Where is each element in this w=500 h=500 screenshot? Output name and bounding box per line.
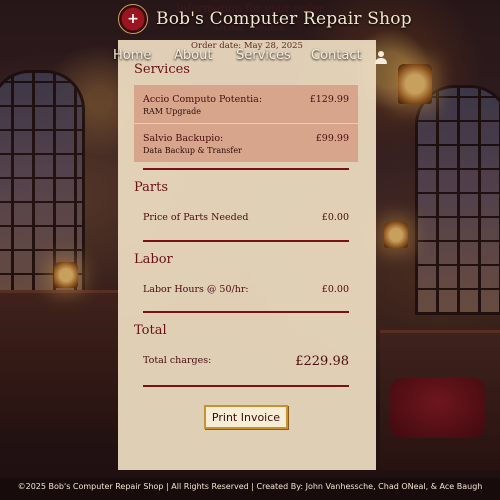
service-row: Salvio Backupio: Data Backup & Transfer … [134, 124, 358, 162]
nav-about[interactable]: About [174, 48, 212, 63]
user-icon[interactable] [374, 49, 388, 65]
service-row: Accio Computo Potentia: RAM Upgrade £129… [134, 85, 358, 123]
section-divider [143, 168, 349, 170]
shield-logo-icon: + [118, 4, 148, 34]
parts-label: Price of Parts Needed [143, 212, 249, 223]
site-footer: ©2025 Bob's Computer Repair Shop | All R… [0, 478, 500, 500]
nav-home[interactable]: Home [113, 48, 151, 63]
total-title: Total [134, 323, 167, 338]
main-nav: Home About Services Contact [0, 48, 500, 70]
parts-value: £0.00 [321, 212, 349, 223]
section-divider [143, 311, 349, 313]
service-price: £129.99 [309, 94, 349, 105]
labor-value: £0.00 [321, 284, 349, 295]
service-description: Data Backup & Transfer [143, 146, 242, 155]
total-value: £229.98 [295, 354, 349, 369]
site-brand[interactable]: + Bob's Computer Repair Shop [118, 4, 412, 34]
section-divider [143, 385, 349, 387]
nav-services[interactable]: Services [236, 48, 291, 63]
shop-name: Bob's Computer Repair Shop [156, 9, 412, 29]
section-divider [143, 240, 349, 242]
service-description: RAM Upgrade [143, 107, 201, 116]
service-name: Salvio Backupio: [143, 133, 224, 144]
nav-contact[interactable]: Contact [311, 48, 362, 63]
labor-label: Labor Hours @ 50/hr: [143, 284, 249, 295]
labor-title: Labor [134, 252, 173, 267]
print-invoice-button[interactable]: Print Invoice [204, 405, 288, 429]
service-price: £99.99 [315, 133, 349, 144]
parts-title: Parts [134, 180, 169, 195]
service-name: Accio Computo Potentia: [143, 94, 263, 105]
total-label: Total charges: [143, 355, 212, 366]
